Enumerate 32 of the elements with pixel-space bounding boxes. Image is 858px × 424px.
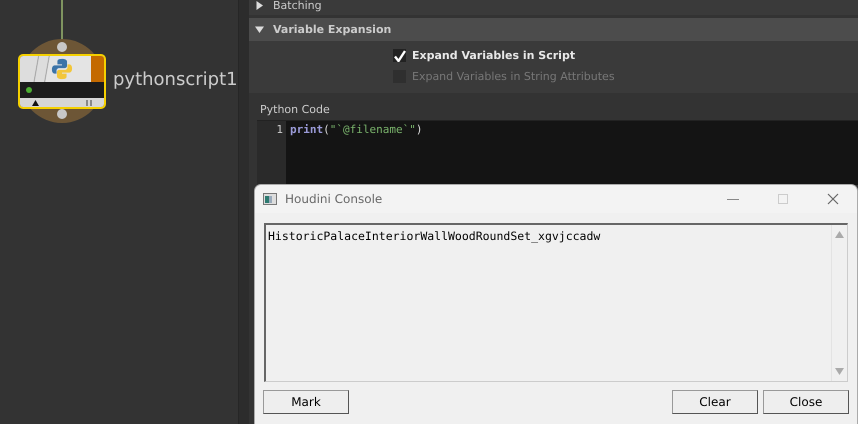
- node-tile[interactable]: [18, 54, 106, 109]
- disclosure-icon: [255, 0, 264, 10]
- line-number: 1: [275, 123, 283, 136]
- section-header[interactable]: Variable Expansion: [249, 18, 858, 41]
- output-text: HistoricPalaceInteriorWallWoodRoundSet_xgvjccadw: [267, 228, 602, 245]
- checkbox-label: Expand Variables in Script: [412, 49, 576, 62]
- disclosure-icon: [255, 25, 264, 34]
- field-label: Python Code: [259, 102, 331, 118]
- window-title: Houdini Console: [285, 192, 382, 206]
- close-icon[interactable]: [827, 193, 839, 205]
- panel-splitter[interactable]: [238, 0, 249, 424]
- input-connector-icon: [57, 42, 67, 52]
- bars-icon: [86, 100, 92, 106]
- scroll-up-icon[interactable]: [835, 231, 844, 238]
- node-flag: [91, 56, 104, 82]
- dialog-button[interactable]: Mark: [263, 390, 349, 414]
- dialog-button[interactable]: Clear: [672, 390, 758, 414]
- scrollbar[interactable]: [831, 225, 847, 381]
- code-line: print("`@filename`"): [290, 123, 422, 136]
- status-dot-icon: [26, 87, 32, 93]
- section-header[interactable]: Batching: [249, 0, 858, 15]
- scroll-down-icon[interactable]: [835, 368, 844, 375]
- app-icon: [263, 193, 277, 205]
- dialog-button[interactable]: Close: [763, 390, 849, 414]
- node-name: pythonscript1: [113, 69, 238, 90]
- output-connector-icon: [57, 109, 67, 119]
- triangle-icon: [32, 100, 39, 106]
- checkbox[interactable]: [393, 49, 406, 62]
- maximize-icon[interactable]: [777, 193, 789, 205]
- code-editor[interactable]: 1 print("`@filename`"): [257, 120, 858, 185]
- checkbox-label: Expand Variables in String Attributes: [412, 70, 615, 83]
- python-logo-icon: [51, 58, 73, 80]
